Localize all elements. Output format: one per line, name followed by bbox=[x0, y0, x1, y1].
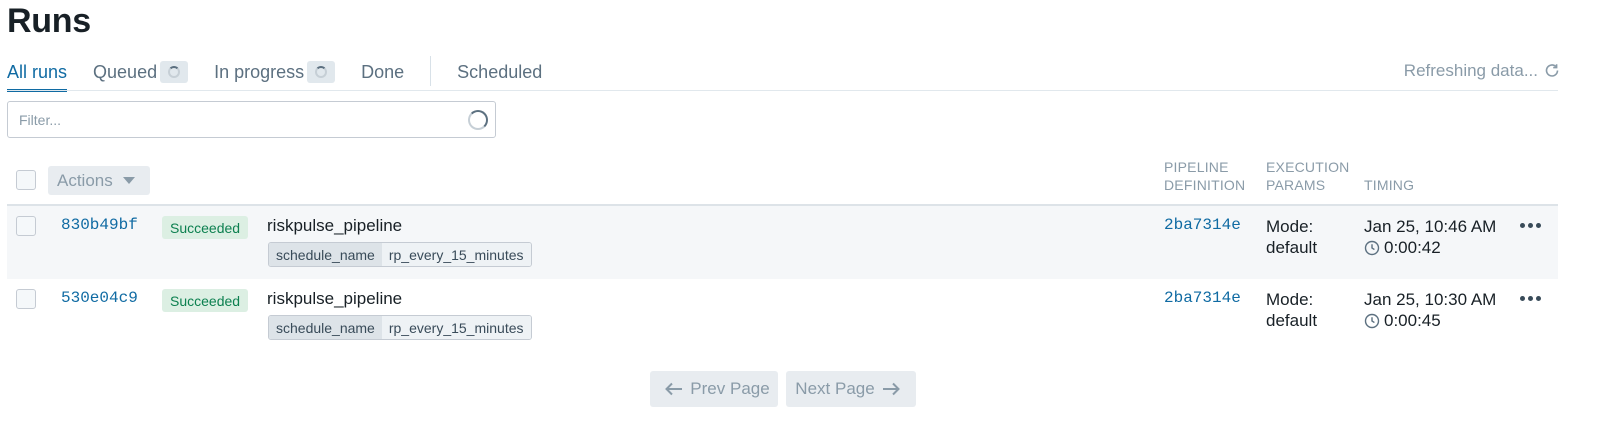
start-time: Jan 25, 10:46 AM bbox=[1364, 217, 1497, 236]
tag-value: rp_every_15_minutes bbox=[381, 316, 531, 339]
tag-key: schedule_name bbox=[269, 243, 382, 266]
tab-count-loading bbox=[307, 61, 336, 83]
table-row: 830b49bf Succeeded riskpulse_pipeline sc… bbox=[7, 206, 1558, 279]
arrow-right-icon bbox=[882, 382, 900, 396]
column-pipeline-definition: PIPELINE DEFINITION bbox=[1164, 159, 1246, 193]
spinner-icon bbox=[315, 66, 328, 78]
filter-input[interactable] bbox=[8, 102, 448, 137]
caret-down-icon bbox=[122, 177, 135, 184]
filter-field[interactable] bbox=[7, 101, 496, 138]
tabs-divider bbox=[7, 90, 1558, 91]
execution-mode: Mode: default bbox=[1266, 217, 1318, 257]
run-tabs: All runs Queued In progress Done Schedul… bbox=[7, 56, 568, 92]
snapshot-link[interactable]: 2ba7314e bbox=[1164, 216, 1241, 234]
tab-divider bbox=[430, 56, 432, 86]
run-duration: 0:00:42 bbox=[1364, 237, 1496, 258]
status-badge: Succeeded bbox=[162, 289, 249, 312]
tab-label: In progress bbox=[214, 61, 305, 82]
column-timing: TIMING bbox=[1364, 177, 1415, 193]
tag-key: schedule_name bbox=[269, 316, 382, 339]
run-id-link[interactable]: 530e04c9 bbox=[61, 289, 138, 307]
tab-scheduled[interactable]: Scheduled bbox=[457, 56, 542, 88]
pipeline-name: riskpulse_pipeline bbox=[267, 216, 403, 235]
tab-label: Scheduled bbox=[457, 61, 543, 82]
tab-in-progress[interactable]: In progress bbox=[214, 56, 336, 88]
more-options-icon[interactable] bbox=[1520, 223, 1541, 228]
pipeline-name: riskpulse_pipeline bbox=[267, 289, 403, 308]
tab-queued[interactable]: Queued bbox=[93, 56, 189, 88]
tab-label: All runs bbox=[7, 61, 68, 82]
run-tag[interactable]: schedule_name rp_every_15_minutes bbox=[268, 315, 532, 340]
next-page-label: Next Page bbox=[795, 379, 875, 398]
prev-page-label: Prev Page bbox=[690, 379, 770, 398]
column-execution-params: EXECUTION PARAMS bbox=[1266, 159, 1350, 193]
table-row: 530e04c9 Succeeded riskpulse_pipeline sc… bbox=[7, 279, 1558, 352]
run-duration: 0:00:45 bbox=[1364, 310, 1496, 331]
arrow-left-icon bbox=[665, 382, 683, 396]
tab-label: Done bbox=[361, 61, 405, 82]
refresh-status[interactable]: Refreshing data... bbox=[1404, 61, 1560, 81]
row-checkbox[interactable] bbox=[16, 216, 36, 236]
actions-label: Actions bbox=[57, 170, 113, 190]
tab-all-runs[interactable]: All runs bbox=[7, 56, 68, 92]
start-time: Jan 25, 10:30 AM bbox=[1364, 290, 1497, 309]
tab-label: Queued bbox=[93, 61, 158, 82]
select-all-checkbox[interactable] bbox=[16, 170, 36, 190]
tab-count-loading bbox=[160, 61, 189, 83]
prev-page-button[interactable]: Prev Page bbox=[650, 371, 778, 407]
run-tag[interactable]: schedule_name rp_every_15_minutes bbox=[268, 242, 532, 267]
page-title: Runs bbox=[7, 2, 91, 40]
clock-icon bbox=[1364, 240, 1380, 255]
tab-done[interactable]: Done bbox=[361, 56, 404, 88]
refresh-icon bbox=[1545, 64, 1559, 77]
more-options-icon[interactable] bbox=[1520, 296, 1541, 301]
snapshot-link[interactable]: 2ba7314e bbox=[1164, 289, 1241, 307]
next-page-button[interactable]: Next Page bbox=[786, 371, 916, 407]
tag-value: rp_every_15_minutes bbox=[381, 243, 531, 266]
run-timing: Jan 25, 10:30 AM 0:00:45 bbox=[1364, 289, 1496, 331]
spinner-icon bbox=[168, 66, 181, 78]
refresh-label: Refreshing data... bbox=[1403, 61, 1538, 80]
status-badge: Succeeded bbox=[162, 216, 249, 239]
actions-button[interactable]: Actions bbox=[48, 166, 150, 195]
row-checkbox[interactable] bbox=[16, 289, 36, 309]
execution-mode: Mode: default bbox=[1266, 290, 1318, 330]
run-timing: Jan 25, 10:46 AM 0:00:42 bbox=[1364, 216, 1496, 258]
run-id-link[interactable]: 830b49bf bbox=[61, 216, 138, 234]
clock-icon bbox=[1364, 313, 1380, 328]
spinner-icon bbox=[468, 110, 488, 130]
